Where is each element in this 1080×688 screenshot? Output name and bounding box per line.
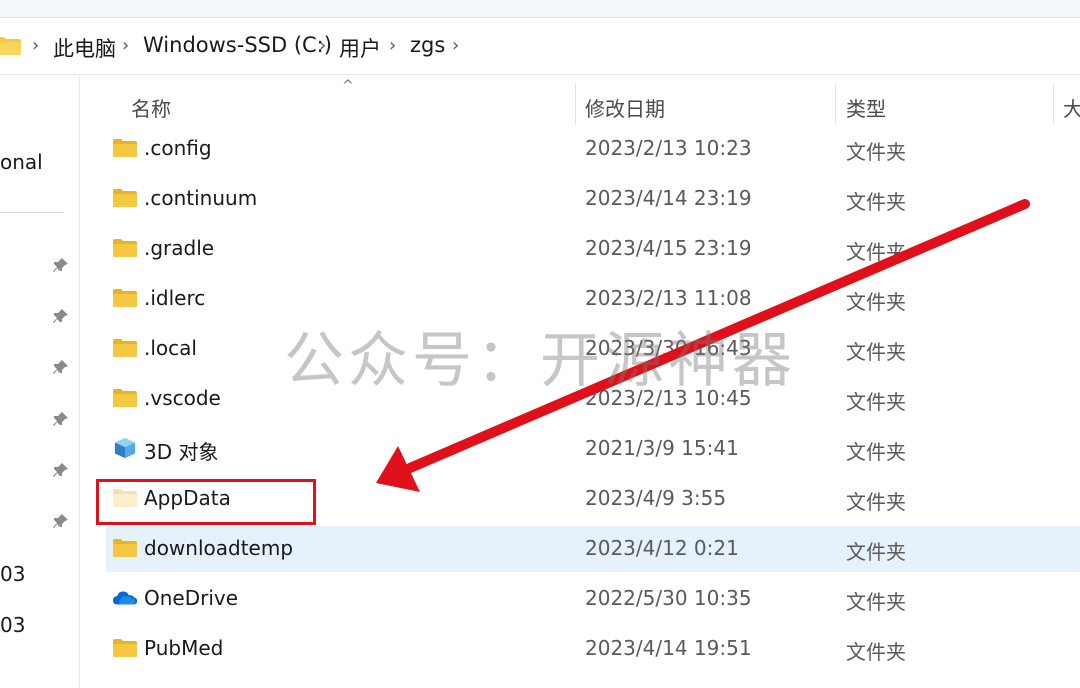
cube-3d-icon — [112, 437, 138, 459]
file-type: 文件夹 — [846, 540, 906, 564]
sort-ascending-icon: ^ — [342, 78, 354, 94]
onedrive-cloud-icon — [112, 587, 138, 609]
folder-icon — [112, 137, 138, 159]
annotation-highlight-box — [96, 479, 316, 525]
file-type: 文件夹 — [846, 140, 906, 164]
folder-icon — [112, 387, 138, 409]
date-modified: 2023/4/14 19:51 — [585, 636, 752, 660]
column-header-size[interactable]: 大 — [1063, 93, 1080, 122]
folder-icon — [112, 337, 138, 359]
sidebar-item-label[interactable]: 03 — [0, 613, 25, 637]
pin-icon — [53, 463, 68, 477]
pin-icon — [53, 412, 68, 426]
date-modified: 2023/3/30 16:43 — [585, 336, 752, 360]
column-resize-handle[interactable] — [1053, 84, 1054, 124]
column-header-type[interactable]: 类型 — [846, 93, 886, 122]
date-modified: 2023/4/15 23:19 — [585, 236, 752, 260]
table-row[interactable]: .idlerc 2023/2/13 11:08 文件夹 — [106, 276, 1080, 322]
date-modified: 2023/2/13 10:45 — [585, 386, 752, 410]
file-name: .idlerc — [144, 286, 206, 310]
address-bar[interactable]: › 此电脑 › Windows-SSD (C:) › 用户 › zgs › — [0, 19, 1080, 75]
column-header-modified[interactable]: 修改日期 — [585, 93, 665, 122]
table-row[interactable]: 3D 对象 2021/3/9 15:41 文件夹 — [106, 426, 1080, 472]
column-header-row: ^ 名称 修改日期 类型 大 — [106, 78, 1080, 126]
chevron-right-icon[interactable]: › — [319, 35, 326, 56]
file-type: 文件夹 — [846, 190, 906, 214]
pin-icon — [53, 514, 68, 528]
date-modified: 2023/2/13 10:23 — [585, 136, 752, 160]
folder-icon — [112, 287, 138, 309]
chevron-right-icon[interactable]: › — [452, 35, 459, 56]
table-row[interactable]: .config 2023/2/13 10:23 文件夹 — [106, 126, 1080, 172]
file-name: .gradle — [144, 236, 215, 260]
file-type: 文件夹 — [846, 290, 906, 314]
file-name: .continuum — [144, 186, 258, 210]
chevron-right-icon[interactable]: › — [32, 35, 39, 56]
file-name: .local — [144, 336, 197, 360]
file-name: OneDrive — [144, 586, 239, 610]
file-type: 文件夹 — [846, 640, 906, 664]
chevron-right-icon[interactable]: › — [122, 35, 129, 56]
file-name: .vscode — [144, 386, 221, 410]
date-modified: 2023/2/13 11:08 — [585, 286, 752, 310]
breadcrumb-this-pc[interactable]: 此电脑 — [53, 33, 116, 63]
column-resize-handle[interactable] — [575, 84, 576, 124]
file-name: downloadtemp — [144, 536, 294, 560]
table-row[interactable]: OneDrive 2022/5/30 10:35 文件夹 — [106, 576, 1080, 622]
file-name: 3D 对象 — [144, 440, 219, 464]
folder-icon — [112, 187, 138, 209]
file-name: .config — [144, 136, 212, 160]
breadcrumb-users[interactable]: 用户 — [339, 33, 381, 63]
folder-icon — [0, 37, 21, 55]
table-row[interactable]: .continuum 2023/4/14 23:19 文件夹 — [106, 176, 1080, 222]
table-row[interactable]: .gradle 2023/4/15 23:19 文件夹 — [106, 226, 1080, 272]
navigation-pane: onal 03 03 — [0, 76, 80, 688]
file-type: 文件夹 — [846, 340, 906, 364]
file-type: 文件夹 — [846, 390, 906, 414]
sidebar-divider — [0, 212, 64, 213]
folder-icon — [112, 537, 138, 559]
table-row[interactable]: .vscode 2023/2/13 10:45 文件夹 — [106, 376, 1080, 422]
chevron-right-icon[interactable]: › — [389, 35, 396, 56]
file-type: 文件夹 — [846, 240, 906, 264]
folder-icon — [112, 237, 138, 259]
file-name: PubMed — [144, 636, 224, 660]
file-type: 文件夹 — [846, 590, 906, 614]
breadcrumb-zgs[interactable]: zgs — [410, 33, 445, 57]
date-modified: 2023/4/9 3:55 — [585, 486, 727, 510]
date-modified: 2023/4/14 23:19 — [585, 186, 752, 210]
breadcrumb-drive-c[interactable]: Windows-SSD (C:) — [143, 33, 332, 57]
date-modified: 2022/5/30 10:35 — [585, 586, 752, 610]
file-type: 文件夹 — [846, 490, 906, 514]
sidebar-item-label[interactable]: onal — [0, 150, 43, 174]
column-header-name[interactable]: 名称 — [131, 93, 171, 122]
table-row[interactable]: .local 2023/3/30 16:43 文件夹 — [106, 326, 1080, 372]
date-modified: 2021/3/9 15:41 — [585, 436, 739, 460]
table-row[interactable]: downloadtemp 2023/4/12 0:21 文件夹 — [106, 526, 1080, 572]
pin-icon — [53, 360, 68, 374]
folder-icon — [112, 637, 138, 659]
column-resize-handle[interactable] — [835, 84, 836, 124]
file-type: 文件夹 — [846, 440, 906, 464]
table-row[interactable]: PubMed 2023/4/14 19:51 文件夹 — [106, 626, 1080, 672]
date-modified: 2023/4/12 0:21 — [585, 536, 739, 560]
window-top-strip — [0, 0, 1080, 18]
pin-icon — [53, 309, 68, 323]
sidebar-item-label[interactable]: 03 — [0, 562, 25, 586]
pin-icon — [53, 258, 68, 272]
